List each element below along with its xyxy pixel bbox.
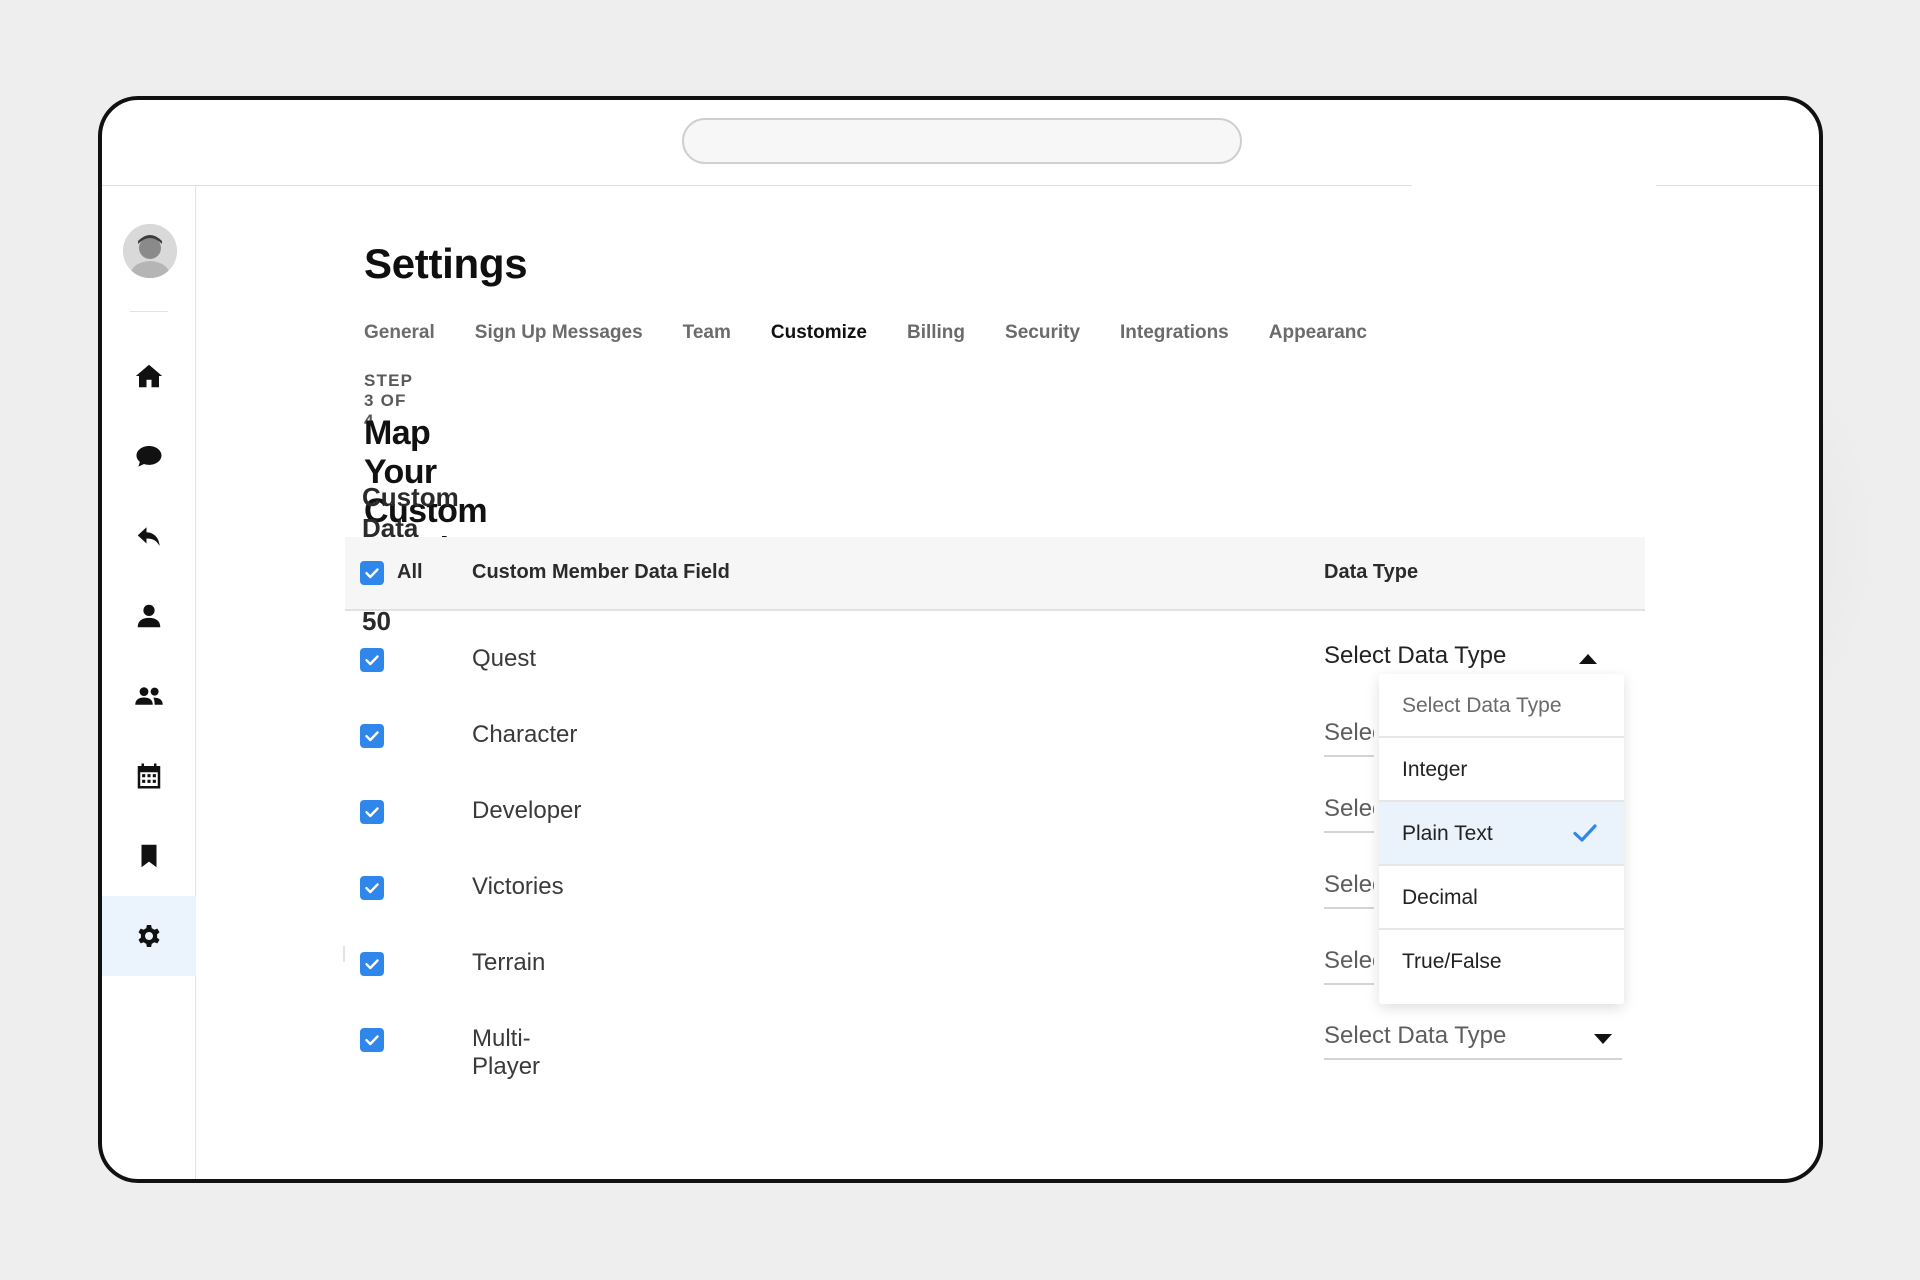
row-field-label: Character <box>472 721 578 748</box>
group-icon <box>135 687 163 705</box>
data-type-select-value: Select Data Type <box>1324 1022 1507 1049</box>
row-field-label: Multi-Player <box>472 1025 541 1080</box>
browser-frame: Settings General Sign Up Messages Team Cust… <box>98 96 1823 1183</box>
column-header-field: Custom Member Data Field <box>472 561 730 583</box>
sidebar-item-settings[interactable] <box>102 896 196 976</box>
tab-integrations[interactable]: Integrations <box>1120 322 1229 344</box>
data-type-dropdown-menu: Select Data Type Integer Plain Text Deci… <box>1379 674 1624 1004</box>
bookmark-icon <box>141 844 157 868</box>
checkmark-icon <box>1573 824 1597 842</box>
sidebar <box>102 186 196 1179</box>
row-marker <box>343 946 345 962</box>
checkmark-icon <box>365 655 379 666</box>
sidebar-item-messages[interactable] <box>102 416 196 496</box>
chevron-down-icon <box>1594 1034 1612 1044</box>
select-all-checkbox[interactable] <box>360 561 384 585</box>
dropdown-option-label: Integer <box>1402 758 1468 781</box>
person-icon <box>137 604 161 628</box>
sidebar-item-replies[interactable] <box>102 496 196 576</box>
reply-icon <box>137 527 160 546</box>
row-field-label: Terrain <box>472 949 546 976</box>
avatar-image <box>123 224 177 278</box>
sidebar-item-home[interactable] <box>102 336 196 416</box>
checkmark-icon <box>365 1035 379 1046</box>
dropdown-option-decimal[interactable]: Decimal <box>1379 866 1624 930</box>
dropdown-option-label: Select Data Type <box>1402 694 1562 717</box>
data-type-select-value: Selec <box>1324 719 1374 746</box>
dropdown-option-integer[interactable]: Integer <box>1379 738 1624 802</box>
tab-billing[interactable]: Billing <box>907 322 965 344</box>
checkmark-icon <box>365 731 379 742</box>
page-title: Settings <box>364 240 528 287</box>
checkmark-icon <box>365 807 379 818</box>
dropdown-option-plain-text[interactable]: Plain Text <box>1379 802 1624 866</box>
sidebar-item-members[interactable] <box>102 656 196 736</box>
row-checkbox[interactable] <box>360 724 384 748</box>
data-type-select[interactable]: Selec <box>1324 869 1374 909</box>
data-type-select[interactable]: Selec <box>1324 717 1374 757</box>
dropdown-option-label: Plain Text <box>1402 822 1493 845</box>
dropdown-option-label: Decimal <box>1402 886 1478 909</box>
sidebar-divider <box>130 311 168 312</box>
row-field-label: Quest <box>472 645 537 672</box>
column-header-data-type: Data Type <box>1324 561 1419 583</box>
data-type-select[interactable]: Select Data Type <box>1324 1020 1622 1060</box>
tab-general[interactable]: General <box>364 322 435 344</box>
settings-tabs: General Sign Up Messages Team Customize Bill… <box>364 322 1414 352</box>
tab-appearance[interactable]: Appearanc <box>1269 322 1367 344</box>
avatar[interactable] <box>123 224 177 278</box>
sidebar-item-bookmarks[interactable] <box>102 816 196 896</box>
address-bar[interactable] <box>682 118 1242 164</box>
tab-sign-up-messages[interactable]: Sign Up Messages <box>475 322 643 344</box>
row-checkbox[interactable] <box>360 648 384 672</box>
dropdown-option-label: True/False <box>1402 950 1502 973</box>
sidebar-item-calendar[interactable] <box>102 736 196 816</box>
data-type-select[interactable]: Selec <box>1324 793 1374 833</box>
gear-icon <box>138 925 160 947</box>
data-type-select-value: Select Data Type <box>1324 642 1507 669</box>
chat-bubble-icon <box>136 446 162 467</box>
table-header: All Custom Member Data Field Data Type <box>345 537 1645 611</box>
topbar-divider-gap <box>1412 182 1656 190</box>
row-checkbox[interactable] <box>360 800 384 824</box>
tab-team[interactable]: Team <box>683 322 731 344</box>
row-field-label: Developer <box>472 797 582 824</box>
tab-security[interactable]: Security <box>1005 322 1080 344</box>
home-icon <box>135 364 163 388</box>
data-type-select-value: Selec <box>1324 947 1374 974</box>
browser-topbar <box>102 100 1819 186</box>
dropdown-option-placeholder[interactable]: Select Data Type <box>1379 674 1624 738</box>
checkmark-icon <box>365 959 379 970</box>
checkmark-icon <box>365 883 379 894</box>
tab-customize[interactable]: Customize <box>771 322 867 344</box>
dropdown-option-true-false[interactable]: True/False <box>1379 930 1624 994</box>
row-checkbox[interactable] <box>360 952 384 976</box>
chevron-up-icon <box>1579 654 1597 664</box>
sidebar-item-profile[interactable] <box>102 576 196 656</box>
checkmark-icon <box>365 568 379 579</box>
data-type-select[interactable]: Selec <box>1324 945 1374 985</box>
data-type-select-value: Selec <box>1324 871 1374 898</box>
row-checkbox[interactable] <box>360 876 384 900</box>
row-field-label: Victories <box>472 873 564 900</box>
select-all-label: All <box>397 561 423 583</box>
calendar-icon <box>137 763 161 789</box>
data-type-select-value: Selec <box>1324 795 1374 822</box>
row-checkbox[interactable] <box>360 1028 384 1052</box>
